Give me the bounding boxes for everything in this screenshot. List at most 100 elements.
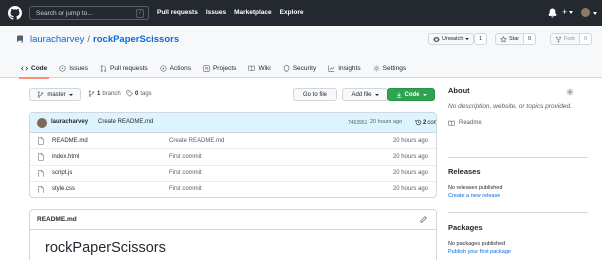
file-name-link[interactable]: style.css <box>52 186 75 192</box>
download-icon <box>396 92 401 98</box>
eye-icon <box>433 36 440 42</box>
add-file-label: Add file <box>351 91 372 98</box>
commit-author-link[interactable]: lauracharvey <box>51 119 88 125</box>
code-button-label: Code <box>404 91 420 98</box>
commit-sha-link[interactable]: 7463951 <box>348 120 367 126</box>
global-nav: Pull requests Issues Marketplace Explore <box>157 9 304 16</box>
search-placeholder: Search or jump to... <box>36 10 93 17</box>
branches-count: 1 <box>97 90 101 97</box>
latest-commit-row: lauracharvey Create README.md 7463951 20… <box>30 113 436 133</box>
file-commit-message[interactable]: First commit <box>169 186 202 192</box>
file-age: 20 hours ago <box>392 170 428 177</box>
chevron-down-icon <box>374 93 379 96</box>
repo-name-link[interactable]: rockPaperScissors <box>93 34 179 45</box>
tab-settings[interactable]: Settings <box>373 58 406 78</box>
tab-label: Code <box>31 64 48 72</box>
file-row: style.css First commit 20 hours ago <box>30 182 436 197</box>
nav-marketplace[interactable]: Marketplace <box>234 9 272 16</box>
sidebar-divider <box>448 157 588 158</box>
file-commit-message[interactable]: First commit <box>169 154 202 160</box>
pull-request-icon <box>100 64 107 72</box>
branches-link[interactable]: 1 branch <box>88 90 121 97</box>
commit-time: 20 hours ago <box>370 119 403 125</box>
branch-toolbar: master 1 branch 0 tags Go to file Add fi… <box>29 88 437 104</box>
nav-explore[interactable]: Explore <box>280 9 304 16</box>
file-name-link[interactable]: script.js <box>52 170 72 176</box>
about-section: About No description, website, or topics… <box>448 86 588 127</box>
tag-icon <box>126 90 133 97</box>
tab-projects[interactable]: Projects <box>203 58 236 78</box>
book-icon <box>448 120 455 126</box>
tab-insights[interactable]: Insights <box>328 58 361 78</box>
create-new-menu[interactable]: + <box>562 7 574 17</box>
branch-icon <box>88 90 95 97</box>
tab-pull-requests[interactable]: Pull requests <box>100 58 148 78</box>
publish-package-link[interactable]: Publish your first package <box>448 249 588 255</box>
notification-bell-icon[interactable] <box>548 8 557 18</box>
issue-icon <box>59 64 66 72</box>
file-age: 20 hours ago <box>392 186 428 193</box>
readme-link[interactable]: Readme <box>448 120 588 127</box>
repo-tabs: Code Issues Pull requests Actions Projec… <box>18 58 406 79</box>
create-release-link[interactable]: Create a new release <box>448 193 588 199</box>
graph-icon <box>328 65 335 72</box>
packages-title[interactable]: Packages <box>448 223 588 232</box>
add-file-button[interactable]: Add file <box>342 88 388 101</box>
tab-label: Insights <box>338 64 361 72</box>
pencil-icon[interactable] <box>420 216 427 223</box>
file-commit-message[interactable]: First commit <box>169 170 202 176</box>
fork-button[interactable]: Fork 0 <box>550 33 593 45</box>
repo-separator: / <box>87 34 91 45</box>
star-label: Star <box>509 36 520 42</box>
star-count: 0 <box>523 34 536 44</box>
star-icon <box>500 35 507 42</box>
packages-text: No packages published <box>448 241 506 247</box>
chevron-down-icon <box>68 93 73 96</box>
file-commit-message[interactable]: Create README.md <box>169 138 224 144</box>
user-avatar[interactable] <box>581 8 590 17</box>
tab-actions[interactable]: Actions <box>160 58 191 78</box>
chevron-down-icon[interactable] <box>593 12 597 15</box>
file-row: README.md Create README.md 20 hours ago <box>30 133 436 150</box>
repo-owner-link[interactable]: lauracharvey <box>30 34 84 45</box>
tab-label: Pull requests <box>110 64 148 72</box>
go-to-file-button[interactable]: Go to file <box>293 88 337 101</box>
tab-issues[interactable]: Issues <box>59 58 88 78</box>
gear-icon[interactable] <box>566 88 574 96</box>
readme-link-label: Readme <box>459 120 482 126</box>
nav-issues[interactable]: Issues <box>206 9 226 16</box>
code-button[interactable]: Code <box>387 88 435 101</box>
branch-select-button[interactable]: master <box>29 88 81 101</box>
repo-header: lauracharvey / rockPaperScissors Unwatch… <box>0 26 602 79</box>
branches-label: branch <box>102 90 121 97</box>
commits-history-link[interactable]: 2 commits <box>415 119 436 126</box>
github-logo-icon[interactable] <box>8 6 22 20</box>
commit-message-link[interactable]: Create README.md <box>98 119 153 125</box>
fork-icon <box>555 35 562 43</box>
commit-author-avatar[interactable] <box>37 118 47 128</box>
file-name-link[interactable]: README.md <box>52 138 88 144</box>
tab-label: Issues <box>69 64 89 72</box>
search-input[interactable]: Search or jump to... / <box>29 6 149 20</box>
tab-label: Security <box>292 64 317 72</box>
branch-icon <box>38 91 44 98</box>
unwatch-button[interactable]: Unwatch <box>428 33 475 45</box>
unwatch-label: Unwatch <box>442 36 464 42</box>
file-icon <box>38 185 44 194</box>
watch-count[interactable]: 1 <box>474 33 488 45</box>
tab-wiki[interactable]: Wiki <box>248 58 271 78</box>
repo-title: lauracharvey / rockPaperScissors <box>16 34 179 45</box>
releases-title[interactable]: Releases <box>448 167 588 176</box>
repo-icon <box>17 35 23 43</box>
go-to-file-label: Go to file <box>302 91 327 98</box>
nav-pull-requests[interactable]: Pull requests <box>157 9 198 16</box>
play-icon <box>160 64 167 72</box>
tab-code[interactable]: Code <box>18 58 50 79</box>
branch-name: master <box>47 91 66 98</box>
watch-count-value: 1 <box>479 36 483 42</box>
star-button[interactable]: Star 0 <box>495 33 537 45</box>
file-name-link[interactable]: index.html <box>52 154 79 160</box>
tab-security[interactable]: Security <box>283 58 316 78</box>
sidebar-divider <box>448 212 588 213</box>
tags-link[interactable]: 0 tags <box>126 90 152 97</box>
